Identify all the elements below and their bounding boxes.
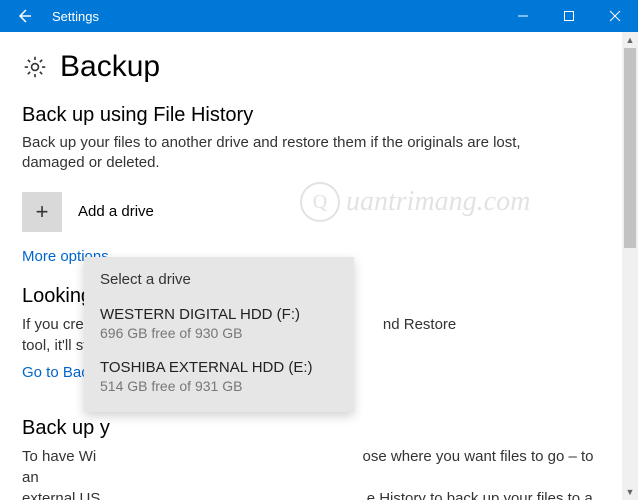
section-file-history-desc: Back up your files to another drive and … (22, 133, 582, 174)
page-title: Backup (60, 50, 160, 84)
drive-free-space: 514 GB free of 931 GB (100, 378, 338, 394)
minimize-icon (517, 10, 529, 22)
minimize-button[interactable] (500, 0, 546, 32)
section-file-history-title: Back up using File History (22, 104, 610, 127)
add-drive-row: + Add a drive (22, 192, 610, 232)
window-title: Settings (52, 9, 500, 24)
content-area: Backup Back up using File History Back u… (0, 32, 638, 500)
drive-option[interactable]: TOSHIBA EXTERNAL HDD (E:) 514 GB free of… (100, 359, 338, 394)
close-button[interactable] (592, 0, 638, 32)
gear-icon (22, 54, 48, 80)
text-fragment: To have Wi (22, 448, 96, 465)
text-fragment: e History to back up your files to a saf… (22, 490, 593, 500)
text-fragment: nd Restore (383, 316, 456, 333)
back-button[interactable] (0, 0, 48, 32)
window-controls (500, 0, 638, 32)
drive-name: TOSHIBA EXTERNAL HDD (E:) (100, 359, 338, 376)
drive-name: WESTERN DIGITAL HDD (F:) (100, 306, 338, 323)
close-icon (609, 10, 621, 22)
section-backup-title: Back up y (22, 417, 610, 440)
drive-option[interactable]: WESTERN DIGITAL HDD (F:) 696 GB free of … (100, 306, 338, 341)
add-drive-button[interactable]: + (22, 192, 62, 232)
titlebar: Settings (0, 0, 638, 32)
plus-icon: + (36, 199, 49, 225)
text-fragment: external US (22, 490, 100, 500)
drive-select-dropdown: Select a drive WESTERN DIGITAL HDD (F:) … (84, 257, 354, 412)
maximize-icon (563, 10, 575, 22)
maximize-button[interactable] (546, 0, 592, 32)
add-drive-label: Add a drive (78, 203, 154, 220)
dropdown-header: Select a drive (100, 271, 338, 288)
backup-body: To have Wi ose where you want files to g… (22, 446, 602, 500)
page-header: Backup (22, 50, 610, 84)
text-fragment: ose where you want files to go – to an (22, 448, 594, 486)
arrow-left-icon (15, 7, 33, 25)
drive-free-space: 696 GB free of 930 GB (100, 325, 338, 341)
